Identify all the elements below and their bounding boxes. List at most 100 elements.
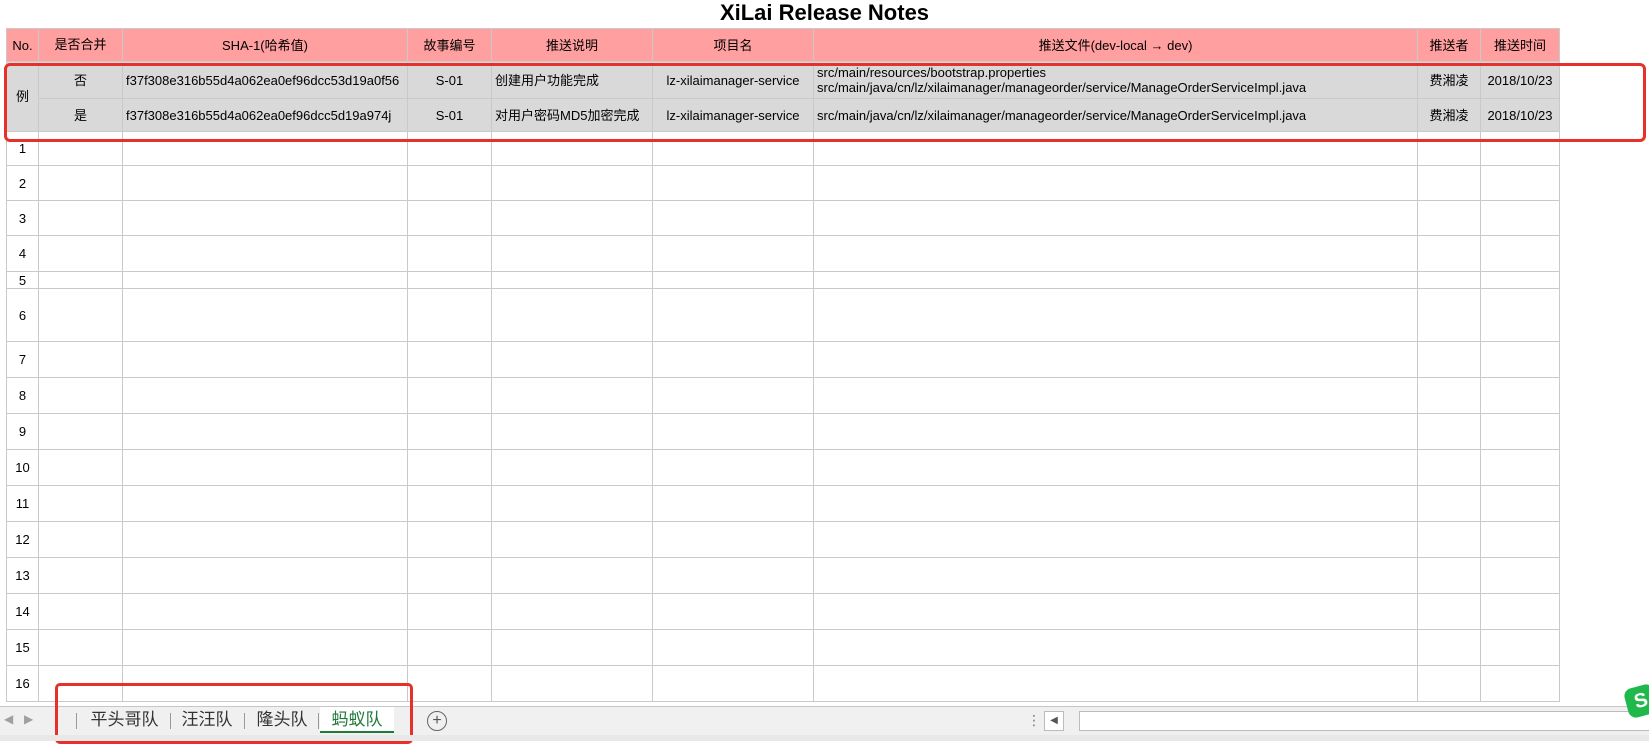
cell-pusher[interactable]: 费湘凌 [1417, 61, 1481, 99]
empty-cell[interactable] [1480, 271, 1560, 289]
empty-cell[interactable] [407, 288, 492, 342]
empty-cell[interactable] [38, 165, 123, 201]
header-story[interactable]: 故事编号 [407, 28, 492, 62]
empty-cell[interactable] [122, 593, 408, 630]
empty-cell[interactable] [407, 235, 492, 272]
empty-cell[interactable] [407, 557, 492, 594]
empty-cell[interactable] [491, 165, 653, 201]
empty-cell[interactable] [122, 629, 408, 666]
empty-cell[interactable] [652, 288, 814, 342]
empty-cell[interactable] [1480, 235, 1560, 272]
empty-cell[interactable] [407, 665, 492, 702]
tab-pingtouge[interactable]: 平头哥队 [83, 707, 166, 733]
empty-cell[interactable] [407, 165, 492, 201]
cell-sha[interactable]: f37f308e316b55d4a062ea0ef96dcc53d19a0f56 [122, 61, 408, 99]
row-number[interactable]: 12 [6, 521, 39, 558]
empty-cell[interactable] [652, 629, 814, 666]
empty-cell[interactable] [652, 341, 814, 378]
cell-project[interactable]: lz-xilaimanager-service [652, 98, 814, 132]
header-files[interactable]: 推送文件(dev-local → dev) [813, 28, 1418, 62]
empty-cell[interactable] [1417, 485, 1481, 522]
next-sheet-arrow-icon[interactable]: ▶ [24, 712, 33, 726]
empty-cell[interactable] [1480, 288, 1560, 342]
tab-longtou[interactable]: 隆头队 [250, 707, 314, 733]
header-merged[interactable]: 是否合并 [38, 28, 123, 62]
row-number[interactable]: 10 [6, 449, 39, 486]
plus-circle-icon[interactable]: + [427, 711, 447, 731]
empty-cell[interactable] [491, 629, 653, 666]
empty-cell[interactable] [491, 377, 653, 414]
empty-cell[interactable] [122, 413, 408, 450]
empty-cell[interactable] [122, 377, 408, 414]
empty-cell[interactable] [491, 235, 653, 272]
empty-cell[interactable] [1417, 131, 1481, 166]
empty-cell[interactable] [652, 521, 814, 558]
empty-cell[interactable] [652, 271, 814, 289]
empty-cell[interactable] [652, 165, 814, 201]
empty-cell[interactable] [1480, 593, 1560, 630]
empty-cell[interactable] [1480, 131, 1560, 166]
empty-cell[interactable] [652, 413, 814, 450]
empty-cell[interactable] [1417, 288, 1481, 342]
empty-cell[interactable] [122, 165, 408, 201]
empty-cell[interactable] [813, 413, 1418, 450]
empty-cell[interactable] [813, 288, 1418, 342]
cell-pusher[interactable]: 费湘凌 [1417, 98, 1481, 132]
cell-merged[interactable]: 否 [38, 61, 123, 99]
row-number[interactable]: 11 [6, 485, 39, 522]
empty-cell[interactable] [407, 413, 492, 450]
empty-cell[interactable] [491, 341, 653, 378]
empty-cell[interactable] [491, 449, 653, 486]
row-number[interactable]: 14 [6, 593, 39, 630]
empty-cell[interactable] [652, 200, 814, 236]
empty-cell[interactable] [813, 235, 1418, 272]
empty-cell[interactable] [38, 485, 123, 522]
row-number[interactable]: 5 [6, 271, 39, 289]
empty-cell[interactable] [122, 665, 408, 702]
empty-cell[interactable] [407, 377, 492, 414]
more-dots-icon[interactable]: ⋮ [1027, 712, 1041, 729]
empty-cell[interactable] [1480, 557, 1560, 594]
cell-merged[interactable]: 是 [38, 98, 123, 132]
empty-cell[interactable] [1480, 629, 1560, 666]
empty-cell[interactable] [1417, 271, 1481, 289]
empty-cell[interactable] [1480, 341, 1560, 378]
empty-cell[interactable] [652, 593, 814, 630]
row-number[interactable]: 13 [6, 557, 39, 594]
cell-files[interactable]: src/main/java/cn/lz/xilaimanager/manageo… [813, 98, 1418, 132]
empty-cell[interactable] [122, 288, 408, 342]
empty-cell[interactable] [652, 131, 814, 166]
empty-cell[interactable] [1417, 521, 1481, 558]
row-number[interactable]: 3 [6, 200, 39, 236]
empty-cell[interactable] [491, 413, 653, 450]
cell-desc[interactable]: 创建用户功能完成 [491, 61, 653, 99]
empty-cell[interactable] [122, 131, 408, 166]
empty-cell[interactable] [38, 449, 123, 486]
empty-cell[interactable] [122, 449, 408, 486]
empty-cell[interactable] [38, 593, 123, 630]
cell-story[interactable]: S-01 [407, 61, 492, 99]
empty-cell[interactable] [38, 288, 123, 342]
empty-cell[interactable] [1480, 200, 1560, 236]
empty-cell[interactable] [652, 449, 814, 486]
empty-cell[interactable] [491, 665, 653, 702]
empty-cell[interactable] [1417, 200, 1481, 236]
empty-cell[interactable] [491, 521, 653, 558]
empty-cell[interactable] [813, 557, 1418, 594]
empty-cell[interactable] [491, 288, 653, 342]
empty-cell[interactable] [652, 377, 814, 414]
empty-cell[interactable] [407, 131, 492, 166]
header-desc[interactable]: 推送说明 [491, 28, 653, 62]
empty-cell[interactable] [1480, 665, 1560, 702]
empty-cell[interactable] [1417, 413, 1481, 450]
cell-time[interactable]: 2018/10/23 [1480, 98, 1560, 132]
row-number[interactable]: 4 [6, 235, 39, 272]
empty-cell[interactable] [1480, 377, 1560, 414]
empty-cell[interactable] [1417, 557, 1481, 594]
empty-cell[interactable] [813, 593, 1418, 630]
row-number[interactable]: 2 [6, 165, 39, 201]
empty-cell[interactable] [813, 629, 1418, 666]
header-pusher[interactable]: 推送者 [1417, 28, 1481, 62]
empty-cell[interactable] [813, 271, 1418, 289]
empty-cell[interactable] [407, 200, 492, 236]
